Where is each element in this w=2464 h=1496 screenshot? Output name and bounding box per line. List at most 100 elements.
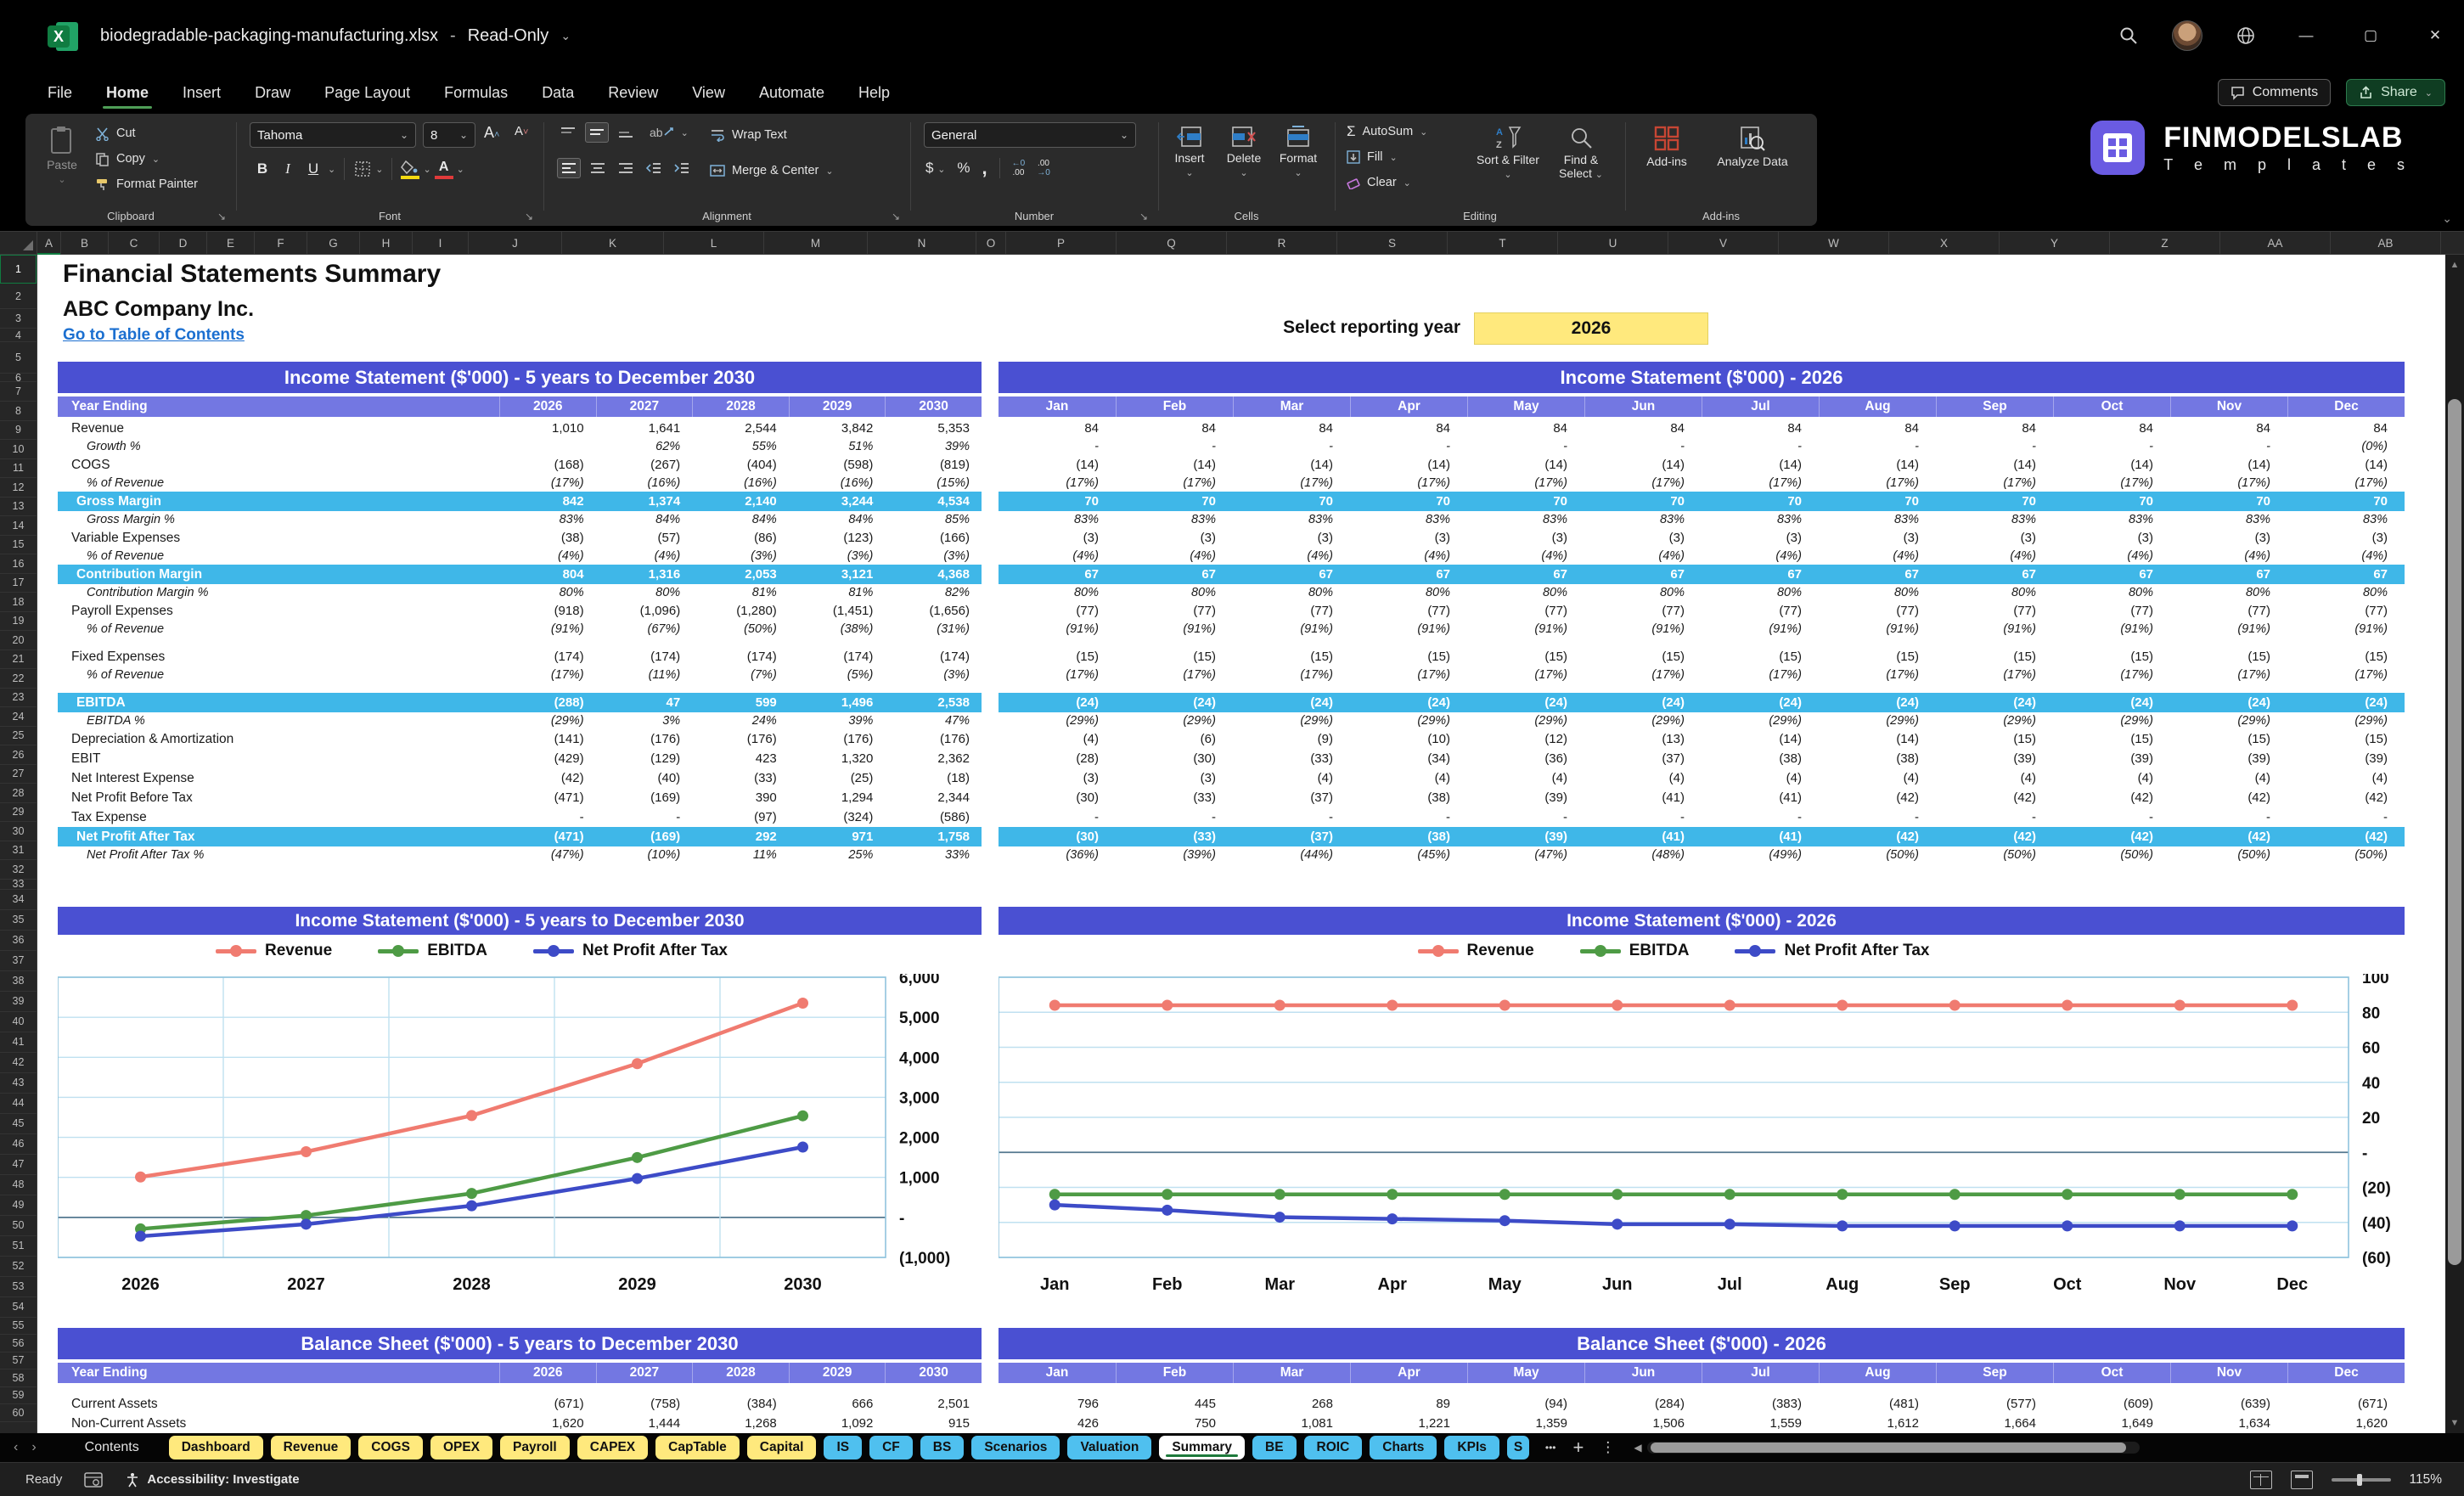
paste-button[interactable]: Paste ⌄ <box>36 119 88 204</box>
cell[interactable]: (4) <box>1702 768 1819 788</box>
cell[interactable]: (3%) <box>885 548 982 565</box>
cell[interactable]: 84 <box>1467 419 1584 438</box>
row-header-10[interactable]: 10 <box>0 440 37 459</box>
cell[interactable]: (24) <box>1116 693 1233 712</box>
delete-cells-button[interactable]: Delete ⌄ <box>1218 119 1270 204</box>
cell[interactable]: 1,758 <box>885 827 982 846</box>
cell[interactable]: (44%) <box>1233 846 1350 863</box>
is-monthly-col-Nov[interactable]: Nov <box>2170 396 2287 417</box>
bold-button[interactable]: B <box>251 160 273 177</box>
cell[interactable]: (10%) <box>596 846 693 863</box>
cell[interactable]: (15) <box>1936 647 2053 666</box>
orientation-chevron[interactable]: ⌄ <box>681 127 689 138</box>
cell[interactable]: 1,649 <box>2053 1414 2170 1433</box>
page-layout-view-button[interactable] <box>2290 1470 2313 1489</box>
underline-button[interactable]: U <box>302 160 324 177</box>
cell[interactable]: (17%) <box>2053 666 2170 683</box>
cell[interactable]: (91%) <box>2287 621 2405 638</box>
cell[interactable]: (174) <box>885 647 982 666</box>
sheet-tab-cogs[interactable]: COGS <box>358 1436 423 1459</box>
cell[interactable]: 4,368 <box>885 565 982 584</box>
decrease-decimal-button[interactable]: .00 →0 <box>1037 159 1050 177</box>
cell[interactable]: (18) <box>885 768 982 788</box>
row-header-44[interactable]: 44 <box>0 1094 37 1114</box>
cell[interactable]: (17%) <box>2287 475 2405 492</box>
cell[interactable]: 84% <box>692 511 789 528</box>
bs-annual-col-2027[interactable]: 2027 <box>595 1363 693 1383</box>
cell[interactable]: 1,444 <box>596 1414 693 1433</box>
cell[interactable]: (39) <box>2287 749 2405 768</box>
is-annual-col-2026[interactable]: 2026 <box>499 396 596 417</box>
cell[interactable]: 80% <box>1819 584 1936 601</box>
cell[interactable]: (176) <box>885 729 982 749</box>
cell[interactable]: (123) <box>789 528 886 548</box>
fill-button[interactable]: Fill ⌄ <box>1347 144 1427 170</box>
cell[interactable]: (77) <box>2287 601 2405 621</box>
row-header-9[interactable]: 9 <box>0 421 37 440</box>
cell[interactable]: 70 <box>1936 492 2053 511</box>
cell[interactable]: 55% <box>692 438 789 455</box>
sort-filter-button[interactable]: AZ Sort & Filter ⌄ <box>1474 119 1542 204</box>
cell[interactable]: (267) <box>596 455 693 475</box>
globe-icon[interactable] <box>2233 23 2259 48</box>
cell[interactable]: 80% <box>2170 584 2287 601</box>
cell[interactable]: (176) <box>596 729 693 749</box>
cell[interactable]: 81% <box>789 584 886 601</box>
cell[interactable]: (29%) <box>1584 712 1702 729</box>
scroll-up-arrow[interactable]: ▲ <box>2445 255 2464 275</box>
accessibility-status[interactable]: Accessibility: Investigate <box>125 1472 300 1488</box>
cell[interactable]: 3,244 <box>789 492 886 511</box>
column-header-C[interactable]: C <box>109 232 160 254</box>
cut-button[interactable]: Cut <box>95 121 198 146</box>
cell[interactable]: (42) <box>499 768 596 788</box>
cell[interactable]: (33) <box>692 768 789 788</box>
cell[interactable]: (3) <box>1936 528 2053 548</box>
cell[interactable]: (4%) <box>1702 548 1819 565</box>
cell[interactable]: 33% <box>885 846 982 863</box>
cell[interactable]: 1,641 <box>596 419 693 438</box>
alignment-dialog-launcher[interactable]: ↘ <box>892 211 900 222</box>
cell[interactable]: (3%) <box>692 548 789 565</box>
cell[interactable]: (4) <box>1350 768 1467 788</box>
cell[interactable]: (17%) <box>999 475 1116 492</box>
cell[interactable]: (24) <box>999 693 1116 712</box>
cell[interactable] <box>499 438 596 455</box>
cell[interactable]: (42) <box>1819 827 1936 846</box>
cell[interactable]: (42) <box>2287 788 2405 807</box>
row-header-32[interactable]: 32 <box>0 860 37 880</box>
cell[interactable]: - <box>1819 438 1936 455</box>
row-header-36[interactable]: 36 <box>0 931 37 951</box>
column-header-A[interactable]: A <box>37 232 61 255</box>
cell[interactable]: (24) <box>1819 693 1936 712</box>
row-header-18[interactable]: 18 <box>0 593 37 612</box>
cell[interactable]: (14) <box>1936 455 2053 475</box>
row-header-51[interactable]: 51 <box>0 1236 37 1257</box>
cell[interactable]: (169) <box>596 827 693 846</box>
cell[interactable]: (586) <box>885 807 982 827</box>
column-header-K[interactable]: K <box>562 232 664 254</box>
cell[interactable]: (24) <box>1936 693 2053 712</box>
cell[interactable]: (168) <box>499 455 596 475</box>
cell[interactable]: (3) <box>1233 528 1350 548</box>
row-header-31[interactable]: 31 <box>0 841 37 860</box>
cell[interactable]: (34) <box>1350 749 1467 768</box>
row-header-48[interactable]: 48 <box>0 1175 37 1195</box>
bs-monthly-col-Feb[interactable]: Feb <box>1116 1363 1233 1383</box>
cell[interactable]: 666 <box>789 1394 886 1414</box>
cell[interactable]: 1,559 <box>1702 1414 1819 1433</box>
cell[interactable]: (91%) <box>2170 621 2287 638</box>
cell[interactable]: 426 <box>999 1414 1116 1433</box>
find-select-button[interactable]: Find & Select ⌄ <box>1547 119 1615 204</box>
font-name-select[interactable]: Tahoma ⌄ <box>250 122 416 148</box>
cell[interactable]: (50%) <box>692 621 789 638</box>
cell[interactable]: (11%) <box>596 666 693 683</box>
cell[interactable]: (91%) <box>1467 621 1584 638</box>
insert-cells-button[interactable]: Insert ⌄ <box>1163 119 1216 204</box>
cell[interactable]: 2,501 <box>885 1394 982 1414</box>
cell[interactable]: 4,534 <box>885 492 982 511</box>
horizontal-scrollbar[interactable]: ◀ <box>1634 1442 2140 1454</box>
cell[interactable]: (819) <box>885 455 982 475</box>
cell[interactable]: (17%) <box>1584 475 1702 492</box>
cell[interactable]: (48%) <box>1584 846 1702 863</box>
chevron-down-icon[interactable]: ⌄ <box>560 29 571 43</box>
